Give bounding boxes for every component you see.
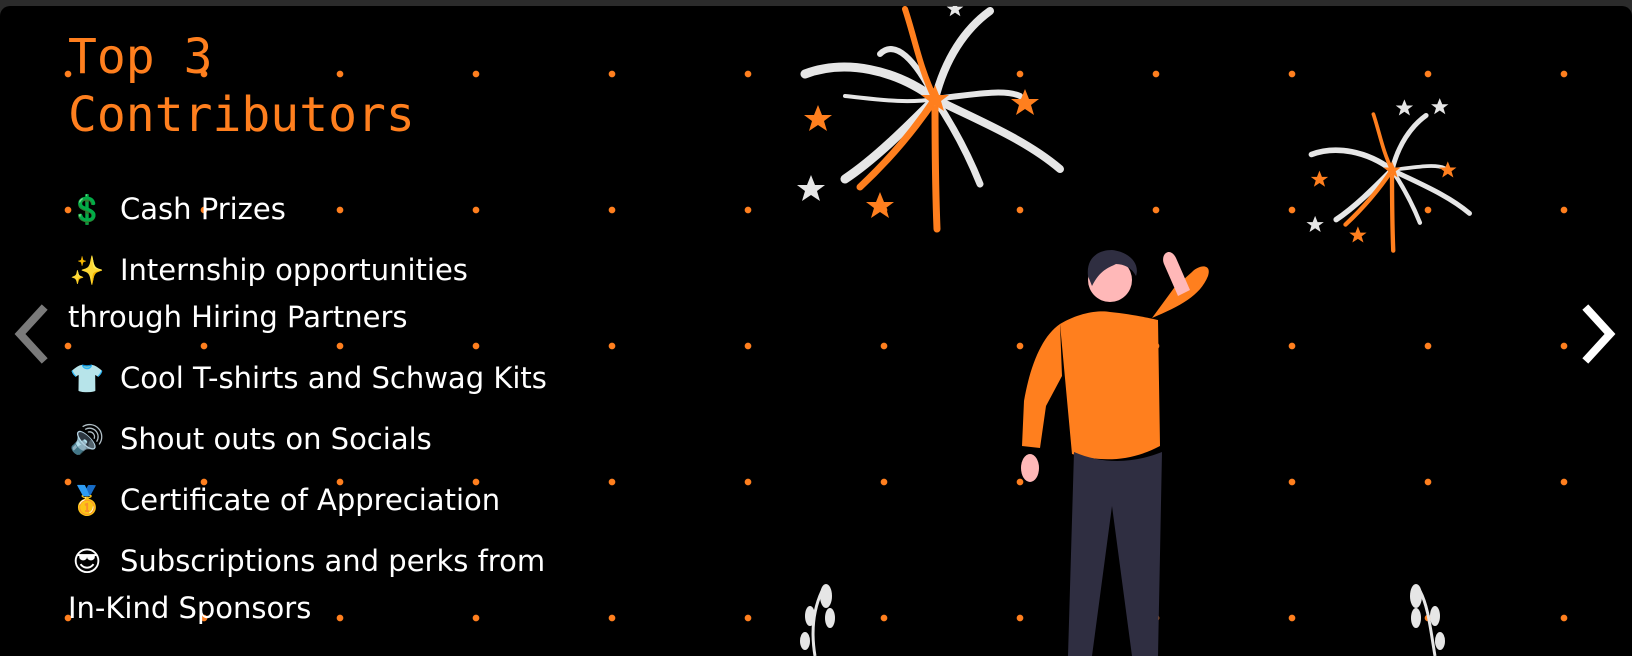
carousel-prev-button[interactable] (10, 302, 58, 366)
plant-right (1410, 584, 1445, 656)
chevron-left-icon (14, 304, 48, 364)
perk-item-internships: ✨ Internship opportunities through Hiring… (68, 247, 588, 341)
speaker-icon: 🔊 (69, 423, 105, 456)
person-figure (1021, 250, 1209, 656)
firework-left (797, 6, 1064, 233)
sunglasses-face-icon: 😎 (72, 545, 102, 578)
chevron-right-icon (1582, 304, 1616, 364)
medal-icon: 🥇 (69, 484, 105, 517)
perk-item-shoutouts: 🔊 Shout outs on Socials (68, 416, 588, 463)
dollar-sign-icon: 💲 (69, 193, 105, 226)
perks-list: 💲 Cash Prizes ✨ Internship opportunities t… (68, 186, 588, 646)
plant-left (800, 584, 835, 656)
carousel-next-button[interactable] (1574, 302, 1622, 366)
perk-text: Cool T-shirts and Schwag Kits (120, 361, 547, 395)
sparkles-icon: ✨ (69, 254, 105, 287)
slide-title: Top 3 Contributors (68, 29, 415, 143)
perk-text: Cash Prizes (120, 192, 286, 226)
perk-item-certificate: 🥇 Certificate of Appreciation (68, 477, 588, 524)
perk-text: Internship opportunities through Hiring … (68, 253, 468, 334)
perk-text: Shout outs on Socials (120, 422, 432, 456)
firework-right (1306, 98, 1472, 253)
perk-text: Subscriptions and perks from In-Kind Spo… (68, 544, 546, 625)
perk-item-tshirts: 👕 Cool T-shirts and Schwag Kits (68, 355, 588, 402)
carousel-slide: Top 3 Contributors 💲 Cash Prizes ✨ Interns… (0, 6, 1632, 656)
tshirt-icon: 👕 (69, 362, 105, 395)
perk-item-cash-prizes: 💲 Cash Prizes (68, 186, 588, 233)
perk-text: Certificate of Appreciation (120, 483, 501, 517)
celebration-illustration (797, 6, 1472, 656)
perk-item-subscriptions: 😎 Subscriptions and perks from In-Kind Sp… (68, 538, 588, 632)
